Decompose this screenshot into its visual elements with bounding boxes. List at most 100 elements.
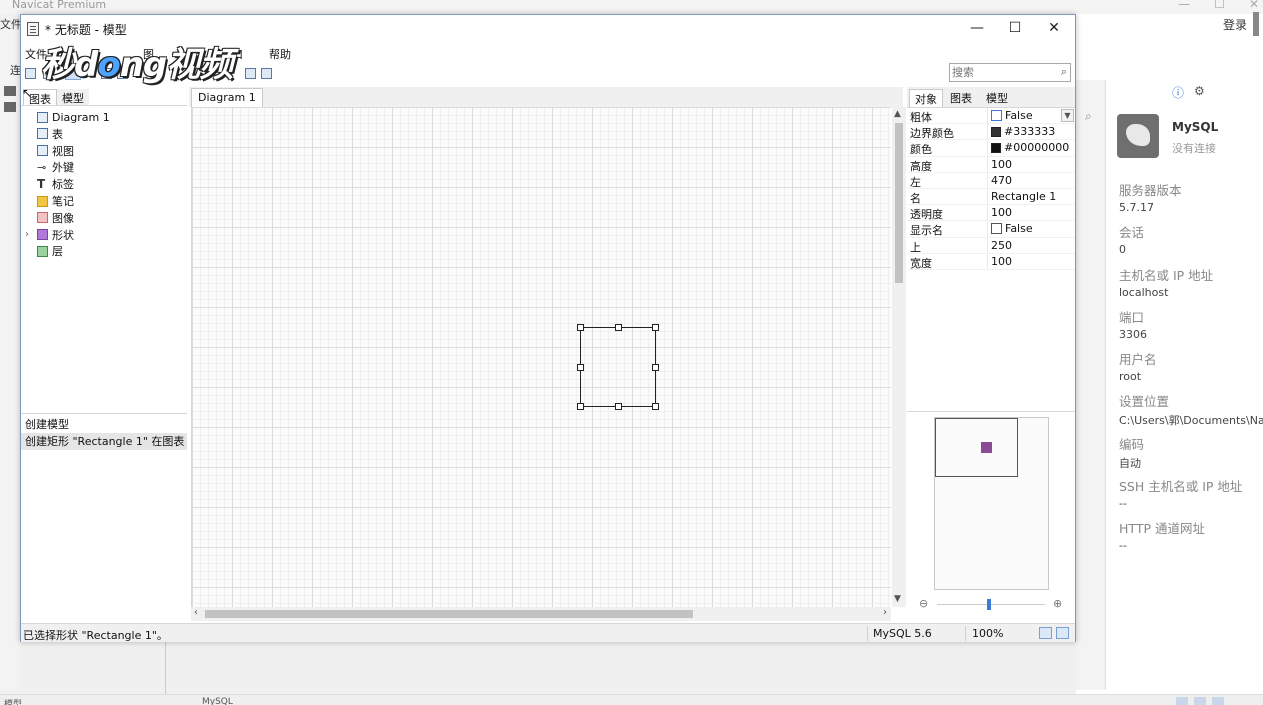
color-swatch[interactable] — [991, 142, 1001, 153]
property-row[interactable]: 边界颜色 #333333 — [907, 124, 1075, 141]
horizontal-scroll-thumb[interactable] — [205, 610, 693, 618]
property-value[interactable]: False — [991, 222, 1033, 235]
property-row[interactable]: 左 470 — [907, 172, 1075, 189]
view-detail-icon[interactable] — [1194, 697, 1206, 705]
distribute-icon[interactable] — [261, 68, 272, 79]
view-list-icon[interactable] — [1176, 697, 1188, 705]
resize-handle[interactable] — [652, 324, 659, 331]
property-value[interactable]: 250 — [991, 239, 1012, 252]
resize-handle[interactable] — [615, 324, 622, 331]
checkbox[interactable] — [991, 223, 1002, 235]
scroll-down-icon[interactable]: ▼ — [894, 594, 901, 604]
layout-left-icon[interactable] — [1039, 627, 1052, 639]
overview-viewport[interactable] — [935, 418, 1018, 477]
tree-item[interactable]: 形状 — [37, 227, 74, 243]
scroll-left-icon[interactable]: ‹ — [194, 607, 198, 618]
login-link[interactable]: 登录 — [1223, 16, 1247, 33]
property-value[interactable]: #333333 — [991, 125, 1055, 138]
tab-diagram-props[interactable]: 图表 — [945, 89, 977, 107]
info-icon[interactable]: ⓘ — [1172, 84, 1184, 101]
tab-model[interactable]: 模型 — [57, 89, 89, 105]
connection-status: 没有连接 — [1172, 142, 1216, 155]
checkbox[interactable] — [991, 110, 1002, 121]
strip-icon[interactable] — [4, 86, 16, 96]
resize-handle[interactable] — [577, 324, 584, 331]
tree-item[interactable]: 表 — [37, 126, 63, 142]
overview-map[interactable] — [934, 417, 1049, 590]
property-value[interactable]: #00000000 — [991, 141, 1069, 154]
status-divider — [965, 626, 966, 641]
close-button[interactable]: ✕ — [1035, 17, 1073, 39]
app-view-buttons — [1176, 697, 1224, 705]
tree-item[interactable]: 图像 — [37, 210, 74, 226]
view-grid-icon[interactable] — [1212, 697, 1224, 705]
app-title: Navicat Premium — [12, 0, 107, 11]
tree-item[interactable]: 笔记 — [37, 193, 74, 209]
tree-item-label: 表 — [52, 127, 63, 141]
app-close-button[interactable]: ✕ — [1249, 0, 1259, 11]
tab-diagram-1[interactable]: Diagram 1 — [191, 88, 263, 107]
tab-model-props[interactable]: 模型 — [981, 89, 1013, 107]
rectangle-shape[interactable] — [577, 324, 659, 410]
tree-item[interactable]: 层 — [37, 243, 63, 259]
property-row[interactable]: 粗体 False ▼ — [907, 108, 1075, 125]
property-row[interactable]: 显示名 False — [907, 221, 1075, 238]
property-row[interactable]: 高度 100 — [907, 156, 1075, 173]
zoom-slider-knob[interactable] — [987, 599, 991, 610]
property-value[interactable]: Rectangle 1 — [991, 190, 1056, 203]
horizontal-scrollbar[interactable]: ‹ › — [191, 607, 891, 621]
property-value[interactable]: False — [991, 109, 1033, 122]
app-search-icon[interactable]: ⌕ — [1085, 109, 1092, 124]
strip-icon[interactable] — [4, 102, 16, 112]
scroll-right-icon[interactable]: › — [883, 607, 887, 618]
tree-item[interactable]: Diagram 1 — [37, 109, 110, 125]
history-item[interactable]: 创建模型 — [21, 416, 187, 433]
expand-shapes-icon[interactable]: › — [25, 229, 29, 240]
resize-handle[interactable] — [577, 364, 584, 371]
resize-handle[interactable] — [652, 364, 659, 371]
color-swatch[interactable] — [991, 126, 1001, 137]
tree-item[interactable]: 视图 — [37, 143, 74, 159]
foreign-key-icon: ⊸ — [37, 160, 47, 174]
zoom-out-icon[interactable]: ⊖ — [919, 597, 928, 610]
property-row[interactable]: 名 Rectangle 1 — [907, 189, 1075, 206]
property-value[interactable]: 100 — [991, 206, 1012, 219]
app-minimize-button[interactable]: — — [1178, 0, 1190, 11]
info-item: 编码 自动 — [1119, 434, 1263, 476]
vertical-scrollbar[interactable]: ▲ ▼ — [892, 107, 906, 607]
search-input[interactable] — [950, 64, 1070, 81]
info-item: 服务器版本 5.7.17 — [1119, 180, 1263, 222]
tree-item-label: 形状 — [52, 228, 74, 242]
scroll-up-icon[interactable]: ▲ — [894, 109, 901, 119]
diagram-canvas[interactable] — [191, 107, 891, 607]
dropdown-button[interactable]: ▼ — [1061, 109, 1074, 122]
label-icon: T — [37, 176, 46, 191]
maximize-button[interactable]: ☐ — [996, 17, 1034, 39]
zoom-in-icon[interactable]: ⊕ — [1053, 597, 1062, 610]
property-row[interactable]: 透明度 100 — [907, 205, 1075, 222]
align-icon[interactable] — [245, 68, 256, 79]
resize-handle[interactable] — [615, 403, 622, 410]
property-row[interactable]: 颜色 #00000000 — [907, 140, 1075, 157]
minimize-button[interactable]: — — [958, 17, 996, 39]
tree-item[interactable]: T 标签 — [37, 176, 74, 192]
property-value[interactable]: 100 — [991, 255, 1012, 268]
property-value-text: False — [1005, 109, 1033, 122]
search-icon[interactable]: ⌕ — [1061, 65, 1067, 79]
property-value[interactable]: 100 — [991, 158, 1012, 171]
zoom-slider[interactable] — [937, 604, 1045, 605]
app-maximize-button[interactable]: ☐ — [1214, 0, 1225, 11]
menu-help[interactable]: 帮助 — [269, 46, 291, 62]
resize-handle[interactable] — [577, 403, 584, 410]
vertical-scroll-thumb[interactable] — [895, 123, 903, 283]
property-row[interactable]: 上 250 — [907, 237, 1075, 254]
settings-icon[interactable]: ⚙ — [1194, 84, 1205, 101]
save-icon[interactable] — [25, 68, 36, 79]
property-value[interactable]: 470 — [991, 174, 1012, 187]
layout-right-icon[interactable] — [1056, 627, 1069, 639]
history-item[interactable]: 创建矩形 "Rectangle 1" 在图表 "Di — [21, 433, 187, 450]
tab-object[interactable]: 对象 — [909, 89, 943, 107]
resize-handle[interactable] — [652, 403, 659, 410]
property-row[interactable]: 宽度 100 — [907, 253, 1075, 270]
tree-item[interactable]: ⊸ 外键 — [37, 159, 74, 175]
